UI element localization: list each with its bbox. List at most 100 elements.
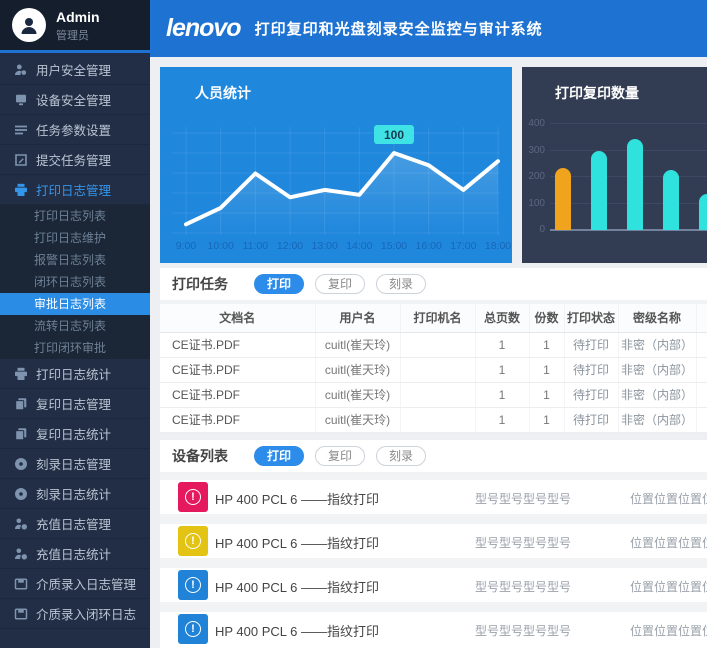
table-cell: 1 xyxy=(475,357,529,382)
device-row[interactable]: ! HP 400 PCL 6 ——指纹打印 型号型号型号型号 位置位置位置位置 xyxy=(160,612,707,646)
user-area: Admin 管理员 xyxy=(0,0,150,50)
device-location: 位置位置位置位置 xyxy=(630,534,707,551)
person-icon xyxy=(18,14,40,36)
sidebar-subitem[interactable]: 报警日志列表 xyxy=(0,249,150,271)
table-cell: 非密（内部） xyxy=(618,332,696,357)
sidebar-item-label: 充值日志统计 xyxy=(36,544,111,563)
y-axis-tick: 100 xyxy=(522,198,545,209)
sidebar-item[interactable]: 打印日志统计 xyxy=(0,359,150,389)
svg-text:16:00: 16:00 xyxy=(416,240,442,252)
sidebar-item-label: 任务参数设置 xyxy=(36,120,111,139)
sidebar-item[interactable]: 复印日志统计 xyxy=(0,419,150,449)
device-tabs: 打印复印刻录 xyxy=(254,446,426,466)
line-chart-title: 人员统计 xyxy=(195,83,251,103)
device-status-icon: ! xyxy=(178,482,208,512)
sidebar-item[interactable]: 任务参数设置 xyxy=(0,115,150,145)
sidebar-item[interactable]: 刻录日志管理 xyxy=(0,449,150,479)
users-icon xyxy=(14,63,28,77)
table-cell: 1 xyxy=(529,382,564,407)
sidebar-item[interactable]: 复印日志管理 xyxy=(0,389,150,419)
sidebar-item[interactable]: 打印日志管理 xyxy=(0,175,150,205)
device-location: 位置位置位置位置 xyxy=(630,490,707,507)
tab-copy[interactable]: 复印 xyxy=(315,446,365,466)
table-cell xyxy=(400,382,475,407)
table-cell: 待打印 xyxy=(564,357,618,382)
alert-icon: ! xyxy=(185,577,201,593)
table-cell: cuitl(崔天玲) xyxy=(315,332,400,357)
table-cell: cuitl(崔天玲) xyxy=(315,407,400,432)
sidebar-item[interactable]: 刻录日志统计 xyxy=(0,479,150,509)
svg-text:14:00: 14:00 xyxy=(346,240,372,252)
table-cell: 待打印 xyxy=(564,382,618,407)
column-header: 总页数 xyxy=(475,304,529,332)
sidebar-subitem[interactable]: 打印日志列表 xyxy=(0,205,150,227)
device-model: 型号型号型号型号 xyxy=(475,622,571,639)
table-cell xyxy=(696,332,707,357)
y-axis-tick: 400 xyxy=(522,118,545,129)
sidebar-item[interactable]: 提交任务管理 xyxy=(0,145,150,175)
tab-print[interactable]: 打印 xyxy=(254,274,304,294)
bar xyxy=(663,170,679,230)
table-cell: 1 xyxy=(475,407,529,432)
print-tasks-header: 打印任务 打印复印刻录 xyxy=(160,268,707,300)
sidebar-subitem[interactable]: 打印闭环审批 xyxy=(0,337,150,359)
sidebar-item-label: 复印日志管理 xyxy=(36,394,111,413)
device-name: HP 400 PCL 6 ——指纹打印 xyxy=(215,621,379,640)
tab-copy[interactable]: 复印 xyxy=(315,274,365,294)
column-header: 用户名 xyxy=(315,304,400,332)
device-status-icon: ! xyxy=(178,526,208,556)
sidebar-item[interactable]: 充值日志统计 xyxy=(0,539,150,569)
device-row[interactable]: !HP 400 PCL 6 ——指纹打印型号型号型号型号位置位置位置位置 xyxy=(160,524,707,558)
table-cell: 1 xyxy=(529,407,564,432)
printer-icon xyxy=(14,367,28,381)
device-status-icon: ! xyxy=(178,614,208,644)
table-cell: 1 xyxy=(529,332,564,357)
svg-text:18:00: 18:00 xyxy=(485,240,511,252)
device-model: 型号型号型号型号 xyxy=(475,534,571,551)
main-content: 人员统计 1009:0010:0011:0012:0013:0014:0015:… xyxy=(150,57,707,648)
column-header: 打印机名 xyxy=(400,304,475,332)
print-copy-count-panel: 打印复印数量 4003002001000 xyxy=(522,67,707,263)
device-list-header: 设备列表 打印复印刻录 xyxy=(160,440,707,472)
sidebar-item-label: 提交任务管理 xyxy=(36,150,111,169)
table-row[interactable]: CE证书.PDFcuitl(崔天玲)11待打印非密（内部） xyxy=(160,357,707,382)
device-rows: !HP 400 PCL 6 ——指纹打印型号型号型号型号位置位置位置位置!HP … xyxy=(160,476,707,646)
printer-icon xyxy=(14,183,28,197)
task-tabs: 打印复印刻录 xyxy=(254,274,426,294)
tab-burn[interactable]: 刻录 xyxy=(376,274,426,294)
table-row[interactable]: CE证书.PDFcuitl(崔天玲)11待打印非密（内部） xyxy=(160,382,707,407)
sidebar-item[interactable]: 用户安全管理 xyxy=(0,55,150,85)
device-status-icon: ! xyxy=(178,570,208,600)
tab-print[interactable]: 打印 xyxy=(254,446,304,466)
device-model: 型号型号型号型号 xyxy=(475,578,571,595)
staff-stats-panel: 人员统计 1009:0010:0011:0012:0013:0014:0015:… xyxy=(160,67,512,263)
device-row[interactable]: !HP 400 PCL 6 ——指纹打印型号型号型号型号位置位置位置位置 xyxy=(160,480,707,514)
device-list-panel: 设备列表 打印复印刻录 ! HP 400 PCL 6 ——指纹打印 型号型号型号型号… xyxy=(160,440,707,648)
table-row[interactable]: CE证书.PDFcuitl(崔天玲)11待打印非密（内部） xyxy=(160,407,707,432)
table-cell: 1 xyxy=(475,332,529,357)
lenovo-logo: lenovo xyxy=(166,14,241,43)
table-cell: cuitl(崔天玲) xyxy=(315,357,400,382)
device-model: 型号型号型号型号 xyxy=(475,490,571,507)
svg-text:15:00: 15:00 xyxy=(381,240,407,252)
alert-icon: ! xyxy=(185,533,201,549)
avatar[interactable] xyxy=(12,8,46,42)
table-cell xyxy=(696,407,707,432)
sidebar-item[interactable]: 介质录入闭环日志 xyxy=(0,599,150,629)
sidebar-subitem[interactable]: 流转日志列表 xyxy=(0,315,150,337)
device-location: 位置位置位置位置 xyxy=(630,622,707,639)
table-cell: CE证书.PDF xyxy=(160,382,315,407)
user-role: 管理员 xyxy=(56,27,89,43)
sidebar-item[interactable]: 设备安全管理 xyxy=(0,85,150,115)
sidebar-item[interactable]: 介质录入日志管理 xyxy=(0,569,150,599)
sidebar-item[interactable]: 充值日志管理 xyxy=(0,509,150,539)
table-cell: 非密（内部） xyxy=(618,357,696,382)
sidebar-subitem[interactable]: 闭环日志列表 xyxy=(0,271,150,293)
device-row[interactable]: !HP 400 PCL 6 ——指纹打印型号型号型号型号位置位置位置位置 xyxy=(160,568,707,602)
sidebar-subitem[interactable]: 打印日志维护 xyxy=(0,227,150,249)
tab-burn[interactable]: 刻录 xyxy=(376,446,426,466)
table-row[interactable]: CE证书.PDFcuitl(崔天玲)11待打印非密（内部） xyxy=(160,332,707,357)
svg-text:9:00: 9:00 xyxy=(176,240,197,252)
sidebar-subitem[interactable]: 审批日志列表 xyxy=(0,293,150,315)
table-cell xyxy=(400,357,475,382)
